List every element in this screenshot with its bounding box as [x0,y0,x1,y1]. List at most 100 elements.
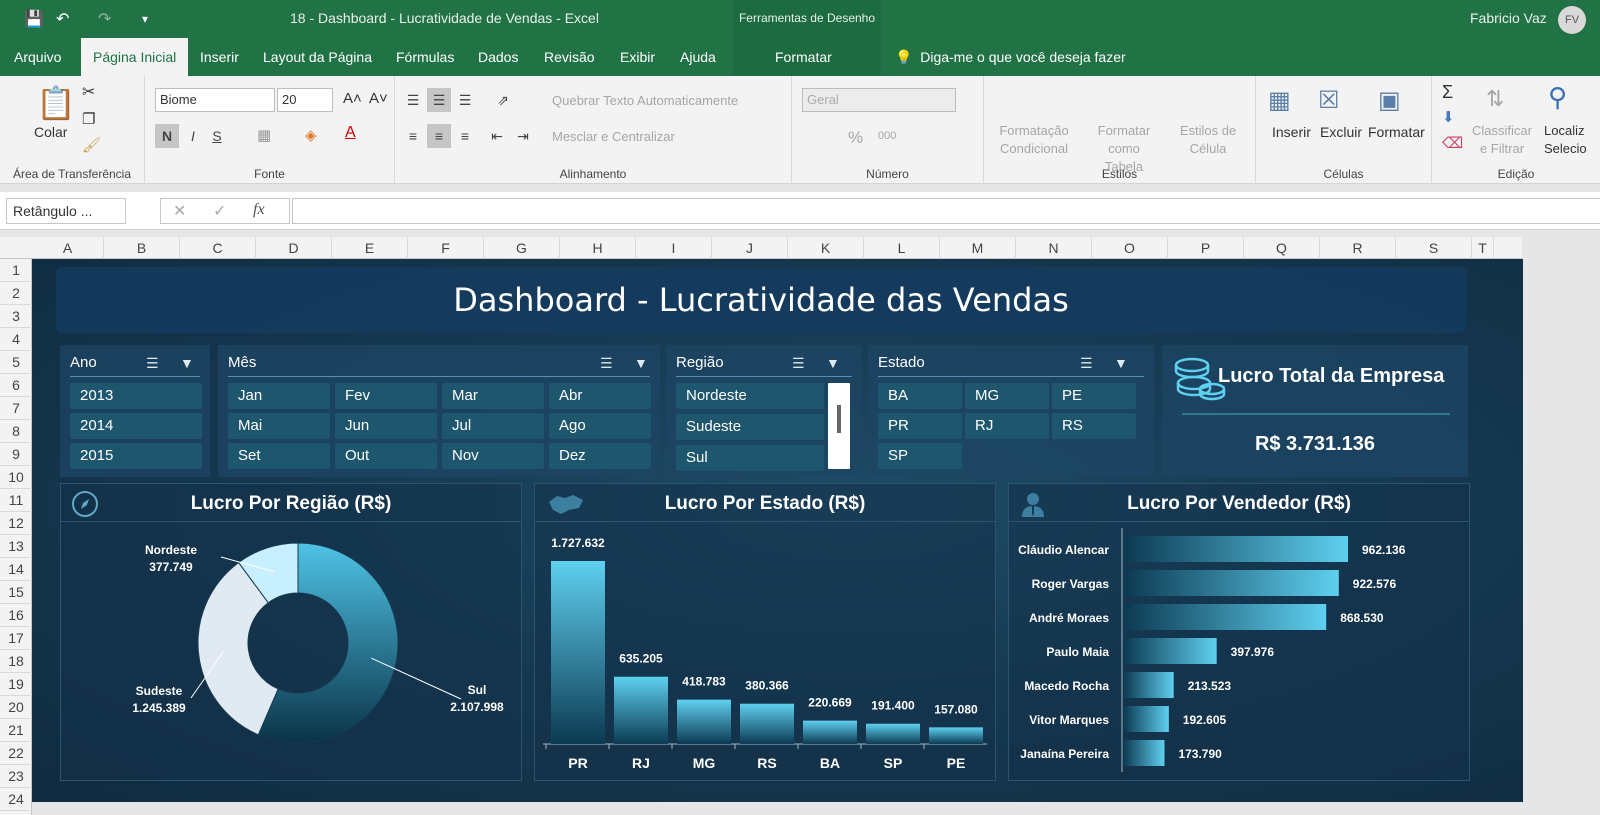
align-middle-icon[interactable]: ☰ [427,88,451,112]
slicer-item-mes[interactable]: Mar [442,383,544,409]
cut-icon[interactable]: ✂ [82,82,95,102]
fill-color-icon[interactable]: ◈ [305,126,317,144]
align-center-icon[interactable]: ≡ [427,124,451,148]
italic-button[interactable]: I [181,124,205,148]
column-header[interactable]: L [864,237,940,259]
fill-icon[interactable]: ⬇ [1442,108,1455,126]
name-box[interactable]: Retângulo ... [6,198,126,224]
avatar[interactable]: FV [1558,6,1586,34]
row-header[interactable]: 19 [0,673,32,696]
slicer-item-ano[interactable]: 2015 [70,443,202,469]
row-header[interactable]: 11 [0,489,32,512]
column-header[interactable]: E [332,237,408,259]
multi-select-icon[interactable]: ☰ [1080,355,1093,372]
increase-font-icon[interactable]: A˄ [343,90,362,107]
slicer-item-estado[interactable]: PE [1052,383,1136,409]
tab-formulas[interactable]: Fórmulas [384,38,466,76]
bold-button[interactable]: N [155,124,179,148]
row-header[interactable]: 7 [0,397,32,420]
clear-filter-icon[interactable]: ▼ [826,355,840,371]
column-header[interactable]: G [484,237,560,259]
column-header[interactable]: J [712,237,788,259]
find-select-button[interactable]: Localiz Selecio [1544,122,1587,158]
slicer-item-mes[interactable]: Set [228,443,330,469]
slicer-item-estado[interactable]: SP [878,443,962,469]
row-header[interactable]: 9 [0,443,32,466]
borders-icon[interactable]: ▦ [257,126,271,144]
slicer-scrollbar[interactable] [828,383,850,469]
underline-button[interactable]: S [205,124,229,148]
multi-select-icon[interactable]: ☰ [600,355,613,372]
row-header[interactable]: 1 [0,259,32,282]
format-cells-button[interactable]: Formatar [1368,124,1425,140]
slicer-item-ano[interactable]: 2013 [70,383,202,409]
slicer-item-mes[interactable]: Ago [549,413,651,439]
undo-icon[interactable]: ↶ [56,9,69,29]
column-header[interactable]: C [180,237,256,259]
chart-panel-regiao[interactable]: Lucro Por Região (R$) Nordeste 377.749 Sud… [60,483,522,781]
column-header[interactable]: T [1472,237,1494,259]
tab-pagina-inicial[interactable]: Página Inicial [81,38,189,76]
dashboard-title-box[interactable]: Dashboard - Lucratividade das Vendas [56,267,1466,333]
row-header[interactable]: 2 [0,282,32,305]
row-header[interactable]: 16 [0,604,32,627]
tab-revisao[interactable]: Revisão [532,38,607,76]
tab-exibir[interactable]: Exibir [608,38,667,76]
slicer-item-estado[interactable]: BA [878,383,962,409]
thousands-icon[interactable]: 000 [878,130,896,142]
slicer-item-ano[interactable]: 2014 [70,413,202,439]
increase-indent-icon[interactable]: ⇥ [511,124,535,148]
slicer-item-mes[interactable]: Jan [228,383,330,409]
customize-qat-icon[interactable]: ▾ [142,12,148,26]
chart-panel-vendedor[interactable]: Lucro Por Vendedor (R$) Cláudio Alencar 9… [1008,483,1470,781]
row-header[interactable]: 22 [0,742,32,765]
formula-input[interactable] [292,198,1600,224]
redo-icon[interactable]: ↷ [98,9,111,29]
wrap-text-button[interactable]: Quebrar Texto Automaticamente [552,93,738,108]
column-header[interactable]: M [940,237,1016,259]
cancel-icon[interactable]: ✕ [173,201,186,221]
save-icon[interactable]: 💾 [24,9,44,29]
tab-inserir[interactable]: Inserir [188,38,251,76]
slicer-item-mes[interactable]: Dez [549,443,651,469]
slicer-item-estado[interactable]: PR [878,413,962,439]
conditional-format-button[interactable]: Formatação Condicional [994,122,1074,158]
tab-ajuda[interactable]: Ajuda [668,38,728,76]
row-header[interactable]: 20 [0,696,32,719]
orientation-icon[interactable]: ⇗ [491,88,515,112]
column-header[interactable]: N [1016,237,1092,259]
row-header[interactable]: 4 [0,328,32,351]
column-header[interactable]: R [1320,237,1396,259]
column-header[interactable]: Q [1244,237,1320,259]
column-header[interactable]: I [636,237,712,259]
row-header[interactable]: 13 [0,535,32,558]
decrease-indent-icon[interactable]: ⇤ [485,124,509,148]
clear-filter-icon[interactable]: ▼ [180,355,194,371]
column-header[interactable]: B [104,237,180,259]
font-size-select[interactable]: 20 [277,88,333,112]
autosum-icon[interactable]: Σ [1442,82,1453,103]
percent-icon[interactable]: % [848,128,863,148]
align-top-icon[interactable]: ☰ [401,88,425,112]
slicer-item-mes[interactable]: Nov [442,443,544,469]
row-header[interactable]: 5 [0,351,32,374]
slicer-item-mes[interactable]: Out [335,443,437,469]
slicer-item-mes[interactable]: Abr [549,383,651,409]
row-header[interactable]: 14 [0,558,32,581]
cell-styles-button[interactable]: Estilos de Célula [1172,122,1244,158]
tell-me-box[interactable]: 💡 Diga-me o que você deseja fazer [895,38,1126,76]
slicer-item-regiao[interactable]: Nordeste [676,383,824,409]
row-header[interactable]: 24 [0,788,32,811]
scrollbar-thumb[interactable] [837,405,841,433]
row-header[interactable]: 23 [0,765,32,788]
font-name-select[interactable]: Biome [155,88,275,112]
column-header[interactable]: K [788,237,864,259]
column-header[interactable]: F [408,237,484,259]
slicer-item-mes[interactable]: Fev [335,383,437,409]
font-color-icon[interactable]: A [345,124,356,142]
decrease-font-icon[interactable]: A˅ [369,90,388,107]
align-bottom-icon[interactable]: ☰ [453,88,477,112]
clear-filter-icon[interactable]: ▼ [1114,355,1128,371]
align-right-icon[interactable]: ≡ [453,124,477,148]
row-header[interactable]: 10 [0,466,32,489]
